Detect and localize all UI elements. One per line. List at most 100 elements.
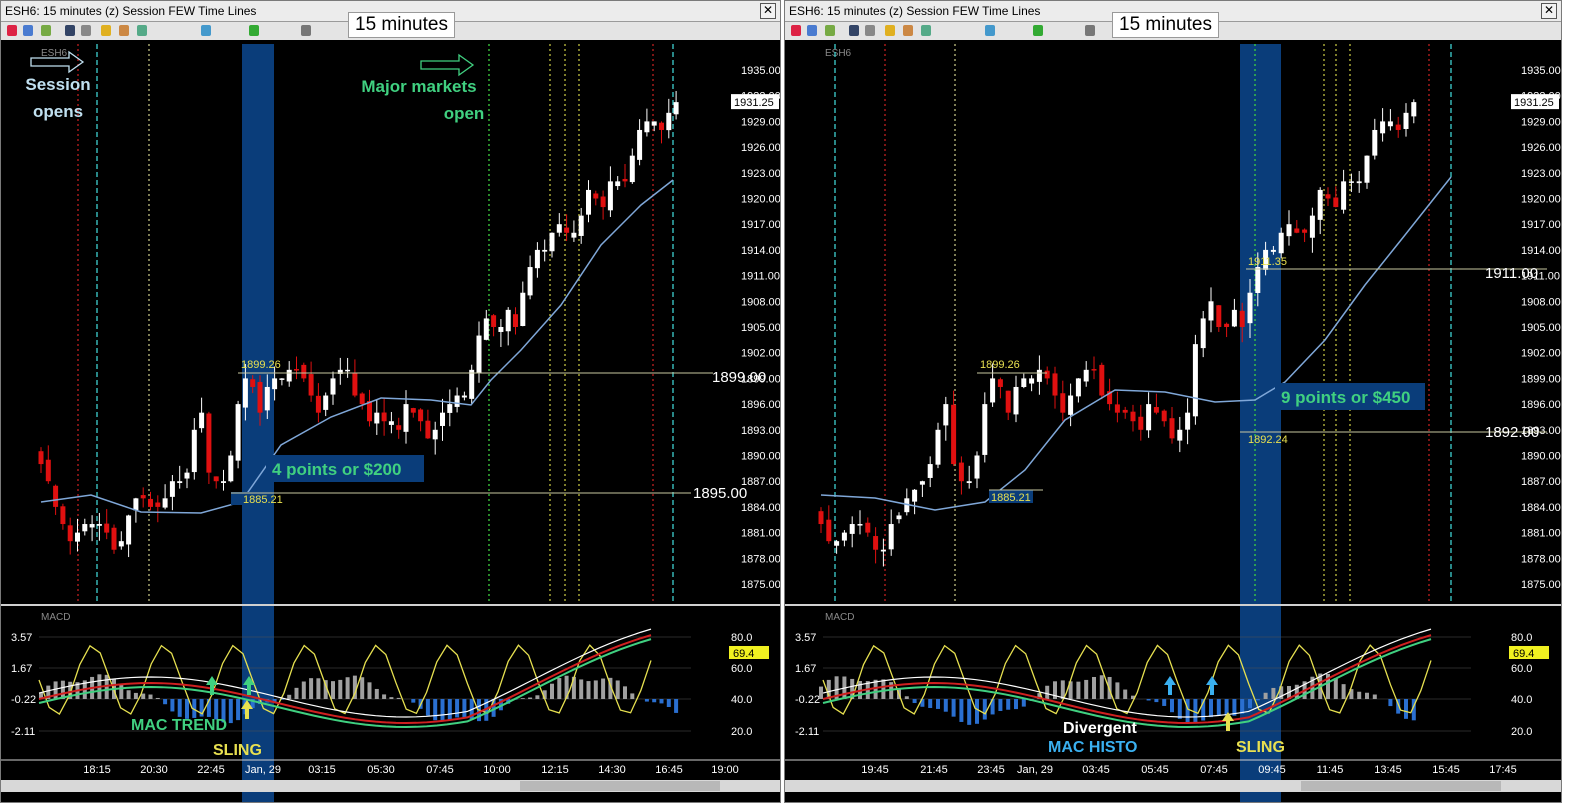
zoom-icon[interactable]	[1085, 25, 1095, 36]
candle-body	[666, 112, 672, 131]
candle-body	[1356, 181, 1362, 184]
macd-histogram-bar	[975, 699, 979, 724]
table-icon[interactable]	[137, 25, 147, 36]
bars-icon[interactable]	[41, 25, 51, 36]
macd-histogram-bar	[433, 699, 438, 721]
timeframe-label: 15 minutes	[1112, 12, 1219, 38]
arrow-label: Major markets	[361, 77, 476, 96]
candle-body	[169, 481, 175, 497]
print-icon[interactable]	[81, 25, 91, 36]
time-tick-label: 03:45	[1082, 764, 1110, 776]
table-icon[interactable]	[921, 25, 931, 36]
note-label: 9 points or $450	[1281, 388, 1410, 407]
macd-histogram-bar	[389, 697, 394, 699]
candle-body	[865, 522, 871, 533]
macd-histogram-bar	[367, 682, 372, 699]
candle-body	[534, 249, 540, 269]
macd-tick-label: 1.67	[11, 663, 32, 675]
price-tick-label: 1887.00	[1521, 476, 1561, 488]
indicator-icon[interactable]	[903, 25, 913, 36]
macd-histogram-bar	[912, 699, 917, 704]
price-tick-label: 1902.00	[741, 348, 780, 360]
candle-body	[425, 420, 431, 439]
candle-body	[1333, 197, 1339, 208]
candle-body	[418, 409, 424, 422]
candle-body	[410, 408, 416, 413]
candle-body	[359, 393, 365, 405]
candle-body	[607, 181, 613, 211]
candle-body	[126, 515, 132, 545]
print-icon[interactable]	[865, 25, 875, 36]
next-icon[interactable]	[1033, 25, 1043, 36]
close-button[interactable]: ✕	[760, 3, 776, 19]
candle-body	[345, 369, 351, 372]
macd-histogram-bar	[557, 678, 562, 699]
candle-body	[184, 472, 190, 479]
macd-histogram-bar	[141, 693, 146, 699]
candle-body	[927, 464, 933, 478]
macd-histogram-bar	[1216, 699, 1221, 716]
stoch-tick-label: 80.0	[731, 632, 752, 644]
candle-body	[199, 412, 205, 429]
chart-type-icon[interactable]	[791, 25, 801, 36]
candle-body	[1114, 404, 1120, 413]
level-label: 1899.26	[241, 359, 281, 371]
macd-tick-label: -2.11	[11, 726, 35, 738]
price-tick-label: 1914.00	[741, 245, 780, 257]
candle-body	[104, 523, 110, 533]
macd-histogram-bar	[301, 681, 306, 699]
candle-body	[1294, 228, 1300, 233]
note-label: 4 points or $200	[272, 460, 401, 479]
candle-body	[1387, 121, 1393, 127]
candle-body	[1247, 292, 1253, 324]
macd-annotation: MAC HISTO	[1048, 739, 1137, 756]
macd-histogram-bar	[1240, 699, 1245, 714]
price-chart[interactable]: ESH61935.001932.001929.001926.001923.001…	[785, 40, 1561, 802]
macd-histogram-bar	[185, 699, 189, 719]
time-tick-label: 16:45	[655, 764, 683, 776]
candle-body	[912, 489, 918, 502]
macd-histogram-bar	[148, 694, 153, 699]
highlight-band	[242, 44, 274, 802]
price-tick-label: 1920.00	[741, 194, 780, 206]
next-icon[interactable]	[249, 25, 259, 36]
zoom-icon[interactable]	[301, 25, 311, 36]
macd-histogram-bar	[331, 681, 335, 699]
candle-body	[53, 485, 59, 507]
candle-body	[997, 379, 1003, 387]
star-icon[interactable]	[101, 25, 111, 36]
refresh-icon[interactable]	[985, 25, 995, 36]
symbol-label: ESH6	[825, 48, 852, 59]
save-icon[interactable]	[849, 25, 859, 36]
price-chart[interactable]: ESH61935.001932.001929.001926.001923.001…	[1, 40, 780, 802]
close-button[interactable]: ✕	[1541, 3, 1557, 19]
macd-histogram-bar	[1021, 699, 1026, 707]
candle-body	[958, 462, 964, 482]
last-price-label: 1931.25	[1514, 97, 1554, 109]
candle-body	[491, 315, 497, 327]
macd-histogram-bar	[936, 699, 940, 709]
star-icon[interactable]	[885, 25, 895, 36]
time-tick-label: 14:30	[598, 764, 626, 776]
candle-body	[505, 309, 511, 332]
arrow-label: Session	[25, 75, 90, 94]
scrollbar-thumb	[1301, 781, 1501, 791]
price-tick-label: 1878.00	[1521, 553, 1561, 565]
chart-type-icon[interactable]	[7, 25, 17, 36]
candle-body	[873, 536, 879, 550]
cursor-icon[interactable]	[23, 25, 33, 36]
time-tick-label: 18:15	[83, 764, 111, 776]
candle-body	[586, 189, 591, 215]
macd-histogram-bar	[228, 699, 233, 724]
stoch-value-label: 69.4	[733, 648, 754, 660]
cursor-icon[interactable]	[807, 25, 817, 36]
bars-icon[interactable]	[825, 25, 835, 36]
save-icon[interactable]	[65, 25, 75, 36]
macd-histogram-bar	[119, 685, 124, 699]
candle-body	[301, 364, 307, 379]
refresh-icon[interactable]	[201, 25, 211, 36]
indicator-icon[interactable]	[119, 25, 129, 36]
macd-histogram-bar	[659, 699, 664, 704]
candle-body	[1052, 373, 1058, 396]
candle-body	[396, 425, 402, 430]
